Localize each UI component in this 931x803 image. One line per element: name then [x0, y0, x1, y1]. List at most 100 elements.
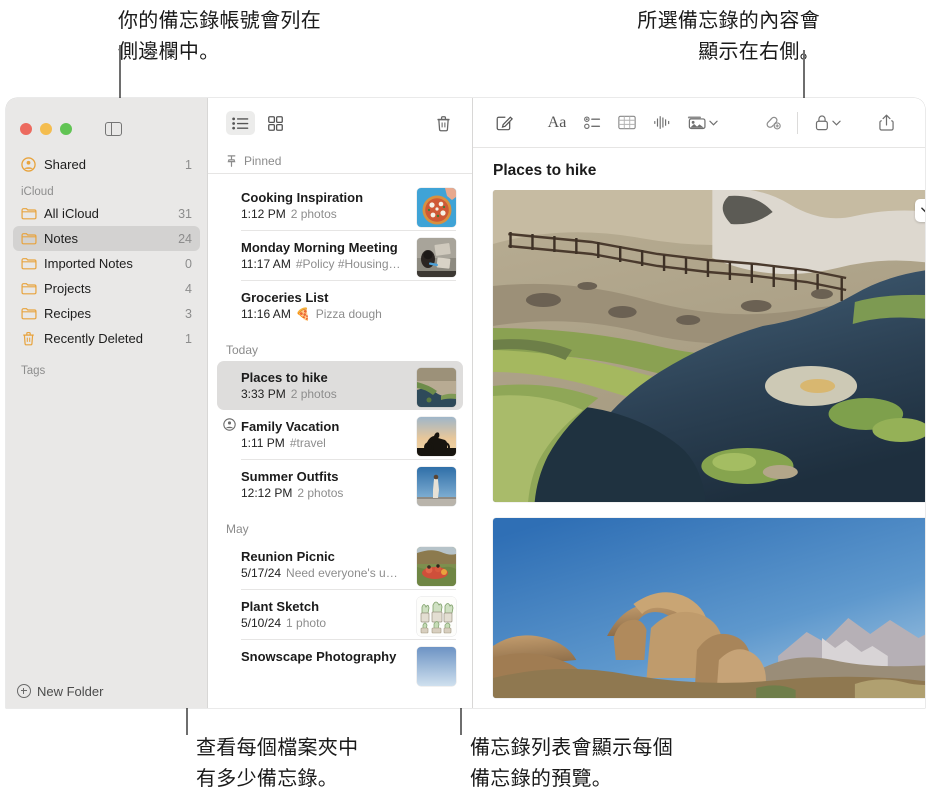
sidebar-toggle-icon[interactable] — [105, 121, 122, 137]
sidebar-item-count: 31 — [178, 206, 192, 221]
note-row-groceries-list[interactable]: Groceries List 11:16 AM 🍕 Pizza dough — [217, 281, 463, 330]
note-text: Plant Sketch 5/10/24 1 photo — [241, 597, 411, 632]
note-title: Family Vacation — [241, 419, 340, 434]
note-time: 5/10/24 — [241, 616, 282, 630]
format-button[interactable]: Aa — [540, 108, 574, 138]
checklist-button[interactable] — [575, 108, 609, 138]
note-preview: Need everyone's u… — [286, 566, 398, 580]
note-meta: 11:17 AM #Policy #Housing… — [241, 256, 411, 273]
note-meta: 5/17/24 Need everyone's u… — [241, 565, 411, 582]
note-text: Groceries List 11:16 AM 🍕 Pizza dough — [241, 288, 456, 323]
note-title: Summer Outfits — [241, 469, 339, 484]
notes-list-toolbar — [208, 98, 472, 148]
note-thumbnail-plant-sketch — [417, 597, 456, 636]
note-text: Places to hike 3:33 PM 2 photos — [241, 368, 411, 403]
note-content-body[interactable] — [473, 190, 925, 708]
note-preview: 2 photos — [290, 387, 337, 401]
note-title: Groceries List — [241, 290, 329, 305]
note-row-family-vacation[interactable]: Family Vacation 1:11 PM #travel — [217, 410, 463, 459]
sidebar-section-header-tags: Tags — [21, 365, 46, 377]
minimize-button[interactable] — [40, 123, 52, 135]
note-time: 3:33 PM — [241, 387, 286, 401]
notes-scroll-area[interactable]: Cooking Inspiration 1:12 PM 2 photos Mon… — [208, 174, 472, 708]
annotation-bottom-left: 查看每個檔案夾中 有多少備忘錄。 — [196, 737, 359, 790]
sidebar-item-notes[interactable]: Notes 24 — [13, 226, 200, 251]
note-row-places-to-hike[interactable]: Places to hike 3:33 PM 2 photos — [217, 361, 463, 410]
sidebar-item-imported-notes[interactable]: Imported Notes 0 — [13, 251, 200, 276]
sidebar-item-recipes[interactable]: Recipes 3 — [13, 301, 200, 326]
note-title: Snowscape Photography — [241, 649, 397, 664]
note-text: Snowscape Photography — [241, 647, 411, 665]
group-header-today: Today — [226, 343, 259, 357]
sidebar-item-all-icloud[interactable]: All iCloud 31 — [13, 201, 200, 226]
folder-icon — [20, 305, 37, 322]
note-row-plant-sketch[interactable]: Plant Sketch 5/10/24 1 photo — [217, 590, 463, 639]
note-meta: 1:11 PM #travel — [241, 435, 411, 452]
close-button[interactable] — [20, 123, 32, 135]
folder-icon — [20, 280, 37, 297]
window-controls — [6, 98, 207, 144]
note-meta: 5/10/24 1 photo — [241, 615, 411, 632]
media-button[interactable] — [680, 108, 724, 138]
shared-person-icon — [223, 418, 236, 431]
note-text: Family Vacation 1:11 PM #travel — [241, 417, 411, 452]
sidebar-item-count: 24 — [178, 231, 192, 246]
note-title: Plant Sketch — [241, 599, 320, 614]
pin-icon — [226, 154, 237, 167]
list-view-button[interactable] — [226, 111, 255, 135]
note-thumbnail-snow — [417, 647, 456, 686]
note-thumbnail-bike-silhouette — [417, 417, 456, 456]
note-time: 1:12 PM — [241, 207, 286, 221]
note-meta: 1:12 PM 2 photos — [241, 206, 411, 223]
note-time: 11:17 AM — [241, 257, 291, 271]
table-button[interactable] — [610, 108, 644, 138]
note-thumbnail-pizza — [417, 188, 456, 227]
gallery-view-button[interactable] — [261, 111, 290, 135]
note-row-reunion-picnic[interactable]: Reunion Picnic 5/17/24 Need everyone's u… — [217, 540, 463, 589]
new-folder-label: New Folder — [37, 683, 104, 699]
search-button[interactable] — [922, 108, 925, 138]
zoom-button[interactable] — [60, 123, 72, 135]
sidebar-item-label: Recently Deleted — [44, 331, 143, 346]
sidebar-list: Shared 1 iCloud All iCloud 31 Notes 24 I… — [6, 144, 207, 380]
note-text: Monday Morning Meeting 11:17 AM #Policy … — [241, 238, 411, 273]
note-row-summer-outfits[interactable]: Summer Outfits 12:12 PM 2 photos — [217, 460, 463, 509]
sidebar-section-header-icloud: iCloud — [21, 186, 54, 198]
sidebar-item-count: 1 — [185, 157, 192, 172]
sidebar-item-count: 3 — [185, 306, 192, 321]
notes-app-window: Shared 1 iCloud All iCloud 31 Notes 24 I… — [6, 98, 925, 708]
compose-button[interactable] — [487, 108, 521, 138]
hot-creek-river-photo[interactable] — [493, 190, 925, 502]
note-preview: Pizza dough — [315, 307, 382, 321]
pinned-section-header: Pinned — [208, 148, 472, 174]
sidebar-item-label: Notes — [44, 231, 78, 246]
sidebar-item-label: Imported Notes — [44, 256, 133, 271]
note-time: 1:11 PM — [241, 436, 285, 450]
share-button[interactable] — [869, 108, 903, 138]
photo-options-button[interactable] — [915, 199, 925, 222]
toolbar-divider — [797, 111, 798, 134]
delete-note-button[interactable] — [429, 111, 458, 135]
notes-list-column: Pinned Cooking Inspiration 1:12 PM 2 pho… — [207, 98, 472, 708]
collaborate-button[interactable] — [755, 108, 789, 138]
lock-button[interactable] — [806, 108, 850, 138]
mobius-arch-photo[interactable] — [493, 518, 925, 698]
note-thumbnail-meeting — [417, 238, 456, 277]
note-row-monday-morning-meeting[interactable]: Monday Morning Meeting 11:17 AM #Policy … — [217, 231, 463, 280]
sidebar-item-recently-deleted[interactable]: Recently Deleted 1 — [13, 326, 200, 351]
note-row-cooking-inspiration[interactable]: Cooking Inspiration 1:12 PM 2 photos — [217, 181, 463, 230]
note-preview: 2 photos — [290, 207, 337, 221]
sidebar-item-label: Recipes — [44, 306, 91, 321]
sidebar-item-projects[interactable]: Projects 4 — [13, 276, 200, 301]
audio-recording-button[interactable] — [645, 108, 679, 138]
note-preview: 2 photos — [297, 486, 344, 500]
pinned-label: Pinned — [244, 153, 282, 168]
note-title: Places to hike — [241, 370, 328, 385]
new-folder-button[interactable]: New Folder — [6, 674, 207, 708]
note-title: Monday Morning Meeting — [241, 240, 398, 255]
note-row-snowscape-photography[interactable]: Snowscape Photography — [217, 640, 463, 689]
sidebar-item-shared[interactable]: Shared 1 — [13, 152, 200, 177]
note-meta: 12:12 PM 2 photos — [241, 485, 411, 502]
note-detail-pane: Aa Places to hike — [472, 98, 925, 708]
sidebar-item-count: 0 — [185, 256, 192, 271]
